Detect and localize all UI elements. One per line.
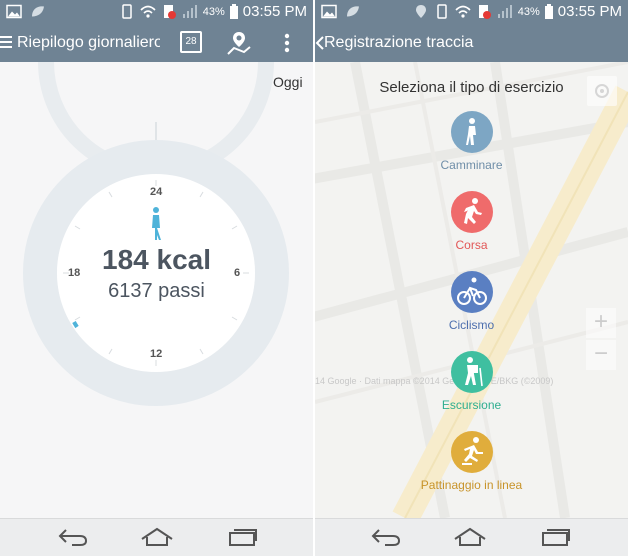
track-recording-screen: 43% 03:55 PM Registrazione traccia + − 1… xyxy=(315,0,628,556)
app-bar: Riepilogo giornaliero 28 xyxy=(0,24,313,62)
status-bar: 43% 03:55 PM xyxy=(315,0,628,24)
hiking-icon xyxy=(450,351,493,393)
navigation-bar xyxy=(315,518,628,556)
exercise-type-prompt: Seleziona il tipo di esercizio xyxy=(379,79,564,96)
calories-value: 184 kcal xyxy=(102,244,211,275)
leaf-notification-icon xyxy=(32,6,44,17)
activity-option-hiking[interactable]: Escursione xyxy=(315,351,628,412)
activity-segment xyxy=(72,321,79,329)
tick-label-top: 24 xyxy=(150,186,163,198)
gallery-notification-icon xyxy=(321,4,337,19)
activity-label: Corsa xyxy=(455,238,488,252)
location-icon xyxy=(415,5,426,18)
daily-summary-screen: 43% 03:55 PM Riepilogo giornaliero 28 Og… xyxy=(0,0,313,556)
wifi-icon xyxy=(455,5,471,18)
activity-option-cycling[interactable]: Ciclismo xyxy=(315,271,628,332)
no-sim-icon xyxy=(163,5,176,19)
activity-label: Escursione xyxy=(441,398,502,412)
signal-icon xyxy=(182,5,197,18)
date-label[interactable]: Oggi xyxy=(273,74,303,90)
clock: 03:55 PM xyxy=(557,3,622,20)
vibrate-icon xyxy=(437,4,447,19)
activity-label: Camminare xyxy=(440,158,503,172)
menu-icon[interactable] xyxy=(0,32,16,52)
running-icon xyxy=(450,191,493,233)
battery-icon xyxy=(229,4,238,19)
recent-apps-icon[interactable] xyxy=(228,527,258,547)
activity-option-running[interactable]: Corsa xyxy=(315,191,628,252)
signal-icon xyxy=(497,5,512,18)
walking-icon xyxy=(450,111,493,153)
battery-icon xyxy=(544,4,553,19)
vibrate-icon xyxy=(122,4,132,19)
battery-percent: 43% xyxy=(517,5,540,18)
back-icon[interactable] xyxy=(371,527,401,547)
calendar-button[interactable]: 28 xyxy=(180,31,202,53)
wifi-icon xyxy=(140,5,156,18)
leaf-notification-icon xyxy=(347,6,359,17)
status-bar: 43% 03:55 PM xyxy=(0,0,313,24)
clock: 03:55 PM xyxy=(242,3,307,20)
recent-apps-icon[interactable] xyxy=(541,527,571,547)
home-icon[interactable] xyxy=(140,527,174,547)
page-title: Riepilogo giornaliero xyxy=(17,34,160,51)
home-icon[interactable] xyxy=(453,527,487,547)
activity-option-walking[interactable]: Camminare xyxy=(315,111,628,172)
navigation-bar xyxy=(0,518,313,556)
activity-option-inline-skating[interactable]: Pattinaggio in linea xyxy=(315,431,628,492)
tick-label-bottom: 12 xyxy=(150,348,163,360)
battery-percent: 43% xyxy=(202,5,225,18)
inline-skating-icon xyxy=(450,431,493,473)
no-sim-icon xyxy=(478,5,491,19)
activity-label: Pattinaggio in linea xyxy=(420,478,523,492)
page-title: Registrazione traccia xyxy=(324,34,474,51)
app-bar: Registrazione traccia xyxy=(315,24,628,62)
steps-value: 6137 passi xyxy=(108,280,205,302)
activity-label: Ciclismo xyxy=(448,318,495,332)
back-icon[interactable] xyxy=(58,527,88,547)
calendar-day: 28 xyxy=(185,36,197,47)
route-tracking-icon[interactable] xyxy=(226,30,252,56)
gallery-notification-icon xyxy=(6,4,22,19)
cycling-icon xyxy=(450,271,493,313)
overflow-menu-icon[interactable] xyxy=(283,32,291,54)
